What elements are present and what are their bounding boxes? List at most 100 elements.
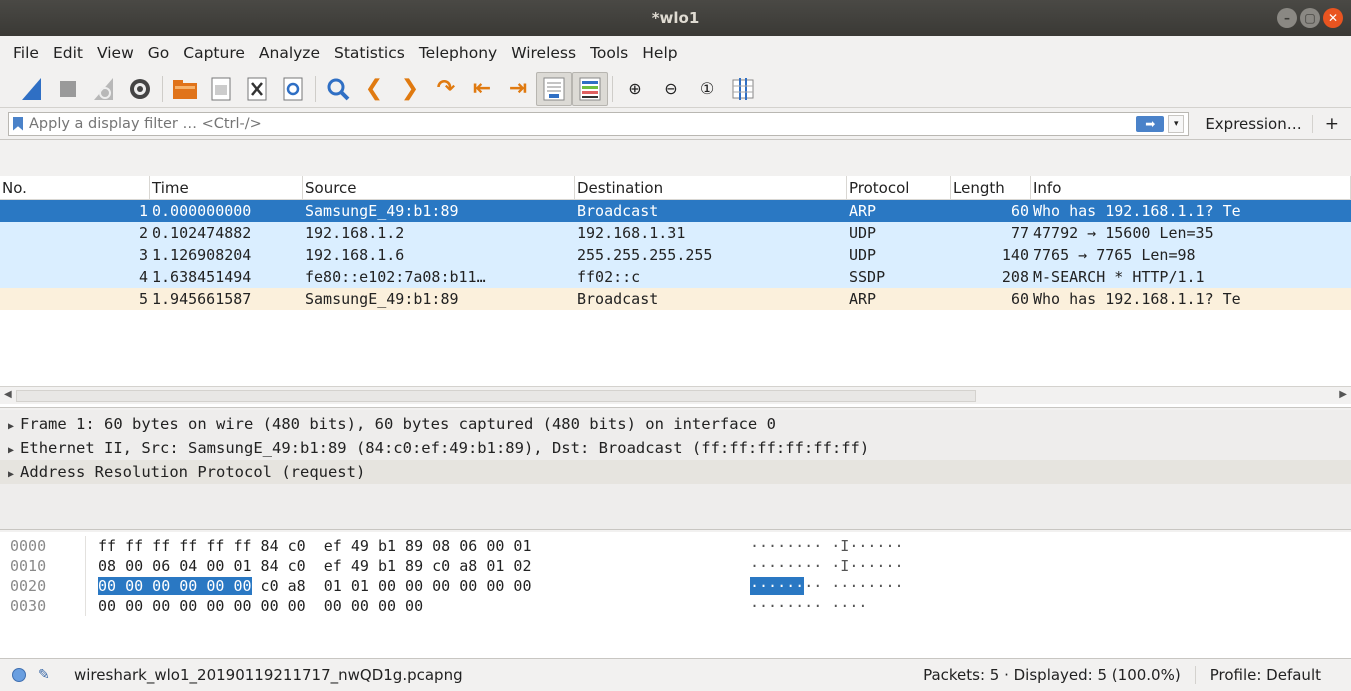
maximize-icon[interactable]: ▢: [1300, 8, 1320, 28]
toolbar-separator: [612, 75, 613, 102]
menu-go[interactable]: Go: [141, 44, 177, 62]
menu-analyze[interactable]: Analyze: [252, 44, 327, 62]
toolbar-separator: [315, 75, 316, 102]
expression-button[interactable]: Expression…: [1195, 114, 1313, 133]
hex-highlighted: 00 00 00 00 00 00: [98, 577, 252, 595]
minimize-icon[interactable]: –: [1277, 8, 1297, 28]
packet-no: 5: [138, 290, 148, 308]
menu-help[interactable]: Help: [635, 44, 684, 62]
go-forward-arrow-icon[interactable]: ❯: [392, 72, 428, 106]
open-file-folder-icon[interactable]: [167, 72, 203, 106]
capture-file-name: wireshark_wlo1_20190119211717_nwQD1g.pca…: [74, 666, 463, 684]
restart-capture-icon[interactable]: [86, 72, 122, 106]
menu-file[interactable]: File: [6, 44, 46, 62]
wireshark-main: File Edit View Go Capture Analyze Statis…: [0, 36, 1351, 691]
detail-tree-item-arp[interactable]: ▶ Address Resolution Protocol (request): [0, 460, 1351, 484]
ascii-text: ·· ········: [804, 577, 904, 595]
byte-offset: 0030: [0, 596, 86, 616]
packet-length: 140: [1001, 246, 1029, 264]
profile-switcher[interactable]: Profile: Default: [1196, 666, 1351, 684]
packet-list-header: No. Time Source Destination Protocol Len…: [0, 176, 1351, 200]
menu-telephony[interactable]: Telephony: [412, 44, 504, 62]
packet-row[interactable]: 3 1.126908204 192.168.1.6 255.255.255.25…: [0, 244, 1351, 266]
packet-row[interactable]: 4 1.638451494 fe80::e102:7a08:b11… ff02:…: [0, 266, 1351, 288]
hex-bytes[interactable]: 00 00 00 00 00 00 00 00 00 00 00 00: [98, 596, 750, 616]
menu-capture[interactable]: Capture: [176, 44, 252, 62]
display-filter-field: ➡ ▾: [8, 111, 1190, 136]
first-packet-icon[interactable]: ⇤: [464, 72, 500, 106]
packet-length: 208: [1001, 268, 1029, 286]
packet-info: M-SEARCH * HTTP/1.1: [1033, 268, 1205, 286]
menu-view[interactable]: View: [90, 44, 141, 62]
last-packet-icon[interactable]: ⇥: [500, 72, 536, 106]
packet-row[interactable]: 1 0.000000000 SamsungE_49:b1:89 Broadcas…: [0, 200, 1351, 222]
menu-statistics[interactable]: Statistics: [327, 44, 412, 62]
expand-triangle-icon[interactable]: ▶: [8, 421, 14, 432]
packet-list-horizontal-scrollbar[interactable]: ◀ ▶: [0, 386, 1351, 404]
packet-time: 1.638451494: [152, 268, 252, 286]
display-filter-input[interactable]: [29, 115, 1137, 132]
go-to-packet-icon[interactable]: ↷: [428, 72, 464, 106]
column-source[interactable]: Source: [303, 176, 575, 199]
detail-tree-item-ethernet[interactable]: ▶ Ethernet II, Src: SamsungE_49:b1:89 (84…: [0, 436, 1351, 460]
capture-comment-pencil-icon[interactable]: ✎: [38, 667, 54, 683]
window-titlebar: *wlo1 – ▢ ✕: [0, 0, 1351, 36]
zoom-out-icon[interactable]: ⊖: [653, 72, 689, 106]
resize-columns-icon[interactable]: [725, 72, 761, 106]
add-filter-button[interactable]: +: [1319, 114, 1345, 134]
apply-filter-arrow-icon[interactable]: ➡: [1136, 115, 1165, 132]
ascii-bytes[interactable]: ········ ·I······: [750, 556, 904, 576]
expand-triangle-icon[interactable]: ▶: [8, 445, 14, 456]
packet-info: 47792 → 15600 Len=35: [1033, 224, 1214, 242]
menu-edit[interactable]: Edit: [46, 44, 90, 62]
close-file-icon[interactable]: [239, 72, 275, 106]
menu-tools[interactable]: Tools: [583, 44, 635, 62]
stop-capture-icon[interactable]: [50, 72, 86, 106]
hex-bytes[interactable]: ff ff ff ff ff ff 84 c0 ef 49 b1 89 08 0…: [98, 536, 750, 556]
column-time[interactable]: Time: [150, 176, 303, 199]
normal-size-icon[interactable]: ①: [689, 72, 725, 106]
packet-row[interactable]: 2 0.102474882 192.168.1.2 192.168.1.31 U…: [0, 222, 1351, 244]
expand-triangle-icon[interactable]: ▶: [8, 469, 14, 480]
status-bar: ✎ wireshark_wlo1_20190119211717_nwQD1g.p…: [0, 658, 1351, 691]
scroll-right-icon[interactable]: ▶: [1339, 389, 1347, 400]
packet-no: 4: [138, 268, 148, 286]
filter-history-chevron-down-icon[interactable]: ▾: [1168, 114, 1185, 133]
bytes-row: 0030 00 00 00 00 00 00 00 00 00 00 00 00…: [0, 596, 1351, 616]
zoom-in-icon[interactable]: ⊕: [617, 72, 653, 106]
packet-length: 60: [1010, 290, 1029, 308]
start-capture-shark-fin-icon[interactable]: [14, 72, 50, 106]
column-protocol[interactable]: Protocol: [847, 176, 951, 199]
packet-row[interactable]: 5 1.945661587 SamsungE_49:b1:89 Broadcas…: [0, 288, 1351, 310]
menu-wireless[interactable]: Wireless: [504, 44, 583, 62]
filter-bookmark-icon[interactable]: [13, 116, 23, 131]
packet-info: Who has 192.168.1.1? Te: [1033, 202, 1241, 220]
find-packet-magnifier-icon[interactable]: [320, 72, 356, 106]
byte-offset: 0000: [0, 536, 86, 556]
colorize-packet-list-icon[interactable]: [572, 71, 608, 106]
column-info[interactable]: Info: [1031, 176, 1351, 199]
hex-bytes[interactable]: 08 00 06 04 00 01 84 c0 ef 49 b1 89 c0 a…: [98, 556, 750, 576]
expert-info-icon[interactable]: [12, 668, 26, 682]
close-icon[interactable]: ✕: [1323, 8, 1343, 28]
capture-options-gear-icon[interactable]: [122, 72, 158, 106]
save-file-icon[interactable]: [203, 72, 239, 106]
go-back-arrow-icon[interactable]: ❮: [356, 72, 392, 106]
column-length[interactable]: Length: [951, 176, 1031, 199]
ascii-bytes[interactable]: ········ ·I······: [750, 536, 904, 556]
ascii-bytes[interactable]: ········ ····: [750, 596, 867, 616]
auto-scroll-icon[interactable]: [536, 71, 572, 106]
scroll-left-icon[interactable]: ◀: [4, 389, 12, 400]
scrollbar-thumb[interactable]: [16, 390, 976, 402]
packet-time: 0.102474882: [152, 224, 252, 242]
reload-file-icon[interactable]: [275, 72, 311, 106]
detail-label: Address Resolution Protocol (request): [20, 463, 366, 481]
column-destination[interactable]: Destination: [575, 176, 847, 199]
ascii-bytes[interactable]: ········ ········: [750, 576, 904, 596]
bytes-row: 0010 08 00 06 04 00 01 84 c0 ef 49 b1 89…: [0, 556, 1351, 576]
detail-tree-item-frame[interactable]: ▶ Frame 1: 60 bytes on wire (480 bits), 6…: [0, 412, 1351, 436]
byte-offset: 0020: [0, 576, 86, 596]
detail-label: Frame 1: 60 bytes on wire (480 bits), 60…: [20, 415, 776, 433]
column-no[interactable]: No.: [0, 176, 150, 199]
hex-bytes[interactable]: 00 00 00 00 00 00 c0 a8 01 01 00 00 00 0…: [98, 576, 750, 596]
